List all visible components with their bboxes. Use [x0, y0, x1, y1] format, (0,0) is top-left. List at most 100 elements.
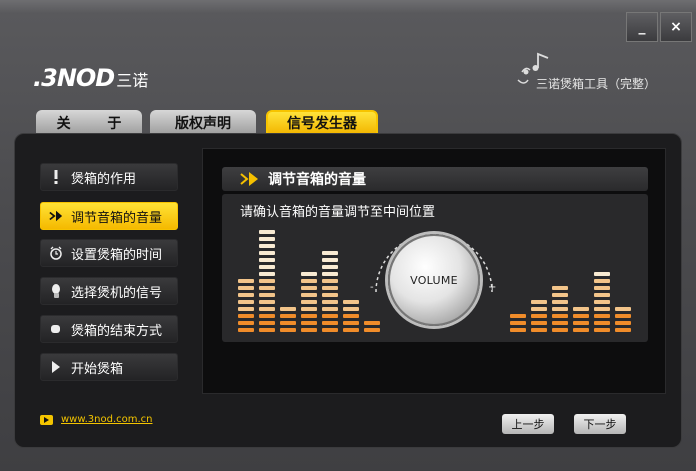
- equalizer-segment: [552, 307, 568, 311]
- equalizer-segment: [259, 258, 275, 262]
- signal-icon: [49, 284, 63, 298]
- website-row: www.3nod.com.cn: [40, 414, 153, 425]
- app-title: 三诺煲箱工具（完整）: [536, 77, 657, 91]
- equalizer-segment: [594, 279, 610, 283]
- play-arrow-icon: [240, 172, 258, 186]
- logo-mark: .3NOD: [33, 64, 115, 92]
- equalizer-segment: [259, 314, 275, 318]
- equalizer-segment: [322, 279, 338, 283]
- equalizer-segment: [259, 321, 275, 325]
- equalizer-segment: [322, 258, 338, 262]
- equalizer-segment: [259, 293, 275, 297]
- sidebar-item-label: 设置煲箱的时间: [71, 247, 163, 263]
- sidebar-item-set-time[interactable]: 设置煲箱的时间: [40, 239, 178, 267]
- equalizer-segment: [280, 328, 296, 332]
- equalizer-segment: [552, 314, 568, 318]
- equalizer-segment: [594, 307, 610, 311]
- equalizer-segment: [573, 307, 589, 311]
- equalizer-segment: [238, 328, 254, 332]
- equalizer-segment: [280, 314, 296, 318]
- equalizer-segment: [322, 251, 338, 255]
- equalizer-segment: [615, 307, 631, 311]
- sidebar-item-label: 调节音箱的音量: [71, 210, 163, 226]
- equalizer-segment: [531, 307, 547, 311]
- equalizer-segment: [594, 286, 610, 290]
- equalizer-segment: [322, 321, 338, 325]
- instruction-text: 请确认音箱的音量调节至中间位置: [240, 205, 436, 220]
- equalizer-segment: [552, 293, 568, 297]
- equalizer-segment: [531, 328, 547, 332]
- sidebar-item-label: 开始煲箱: [71, 361, 124, 377]
- equalizer-bar: [594, 226, 610, 332]
- equalizer-bar: [301, 226, 317, 332]
- sidebar-item-purpose[interactable]: 煲箱的作用: [40, 163, 178, 191]
- equalizer-segment: [615, 321, 631, 325]
- stop-icon: [49, 322, 63, 336]
- equalizer-bar: [238, 226, 254, 332]
- sidebar-item-select-signal[interactable]: 选择煲机的信号: [40, 277, 178, 305]
- equalizer-segment: [531, 300, 547, 304]
- equalizer-segment: [259, 300, 275, 304]
- equalizer-segment: [343, 307, 359, 311]
- equalizer-segment: [259, 244, 275, 248]
- equalizer-segment: [322, 293, 338, 297]
- logo-chinese: 三诺: [116, 71, 149, 90]
- equalizer-segment: [301, 321, 317, 325]
- equalizer-segment: [531, 321, 547, 325]
- exclamation-icon: [49, 170, 63, 184]
- equalizer-segment: [301, 307, 317, 311]
- website-link[interactable]: www.3nod.com.cn: [61, 414, 153, 425]
- equalizer-segment: [301, 293, 317, 297]
- equalizer-bar: [615, 226, 631, 332]
- volume-knob[interactable]: VOLUME - +: [368, 230, 500, 344]
- equalizer-segment: [280, 307, 296, 311]
- previous-step-button[interactable]: 上一步: [502, 414, 554, 434]
- equalizer-segment: [259, 307, 275, 311]
- equalizer-segment: [280, 321, 296, 325]
- equalizer-segment: [510, 321, 526, 325]
- content-header: 调节音箱的音量: [222, 167, 648, 191]
- equalizer-segment: [238, 307, 254, 311]
- equalizer-segment: [259, 251, 275, 255]
- equalizer-segment: [343, 300, 359, 304]
- sidebar-item-adjust-volume[interactable]: 调节音箱的音量: [40, 202, 178, 230]
- equalizer-segment: [343, 328, 359, 332]
- equalizer-segment: [259, 286, 275, 290]
- alarm-clock-icon: [49, 246, 63, 260]
- equalizer-segment: [615, 328, 631, 332]
- equalizer-segment: [594, 300, 610, 304]
- sidebar-item-start[interactable]: 开始煲箱: [40, 353, 178, 381]
- equalizer-bar: [552, 226, 568, 332]
- play-icon: [49, 360, 63, 374]
- equalizer-segment: [259, 237, 275, 241]
- main-window: _ × .3NOD 三诺 三诺煲箱工具（完整） 关 于 版权声明 信号发生器 煲…: [0, 0, 696, 471]
- equalizer-bar: [531, 226, 547, 332]
- close-button[interactable]: ×: [660, 12, 692, 42]
- sidebar-item-end-method[interactable]: 煲箱的结束方式: [40, 315, 178, 343]
- equalizer-segment: [552, 286, 568, 290]
- equalizer-segment: [259, 272, 275, 276]
- sidebar-item-label: 煲箱的作用: [71, 171, 137, 187]
- equalizer-bar: [259, 226, 275, 332]
- equalizer-segment: [322, 272, 338, 276]
- volume-knob-dial[interactable]: VOLUME: [388, 234, 480, 326]
- equalizer-segment: [322, 300, 338, 304]
- equalizer-segment: [573, 321, 589, 325]
- equalizer-segment: [343, 321, 359, 325]
- brand-logo: .3NOD 三诺: [33, 64, 148, 94]
- equalizer-segment: [615, 314, 631, 318]
- equalizer-right: [510, 226, 632, 332]
- equalizer-bar: [322, 226, 338, 332]
- equalizer-segment: [301, 328, 317, 332]
- equalizer-segment: [552, 321, 568, 325]
- equalizer-segment: [343, 314, 359, 318]
- next-step-button[interactable]: 下一步: [574, 414, 626, 434]
- volume-minus-marker: -: [370, 282, 374, 293]
- equalizer-segment: [238, 293, 254, 297]
- equalizer-segment: [301, 300, 317, 304]
- equalizer-segment: [594, 272, 610, 276]
- minimize-button[interactable]: _: [626, 12, 658, 42]
- equalizer-segment: [573, 314, 589, 318]
- equalizer-segment: [322, 314, 338, 318]
- equalizer-segment: [594, 314, 610, 318]
